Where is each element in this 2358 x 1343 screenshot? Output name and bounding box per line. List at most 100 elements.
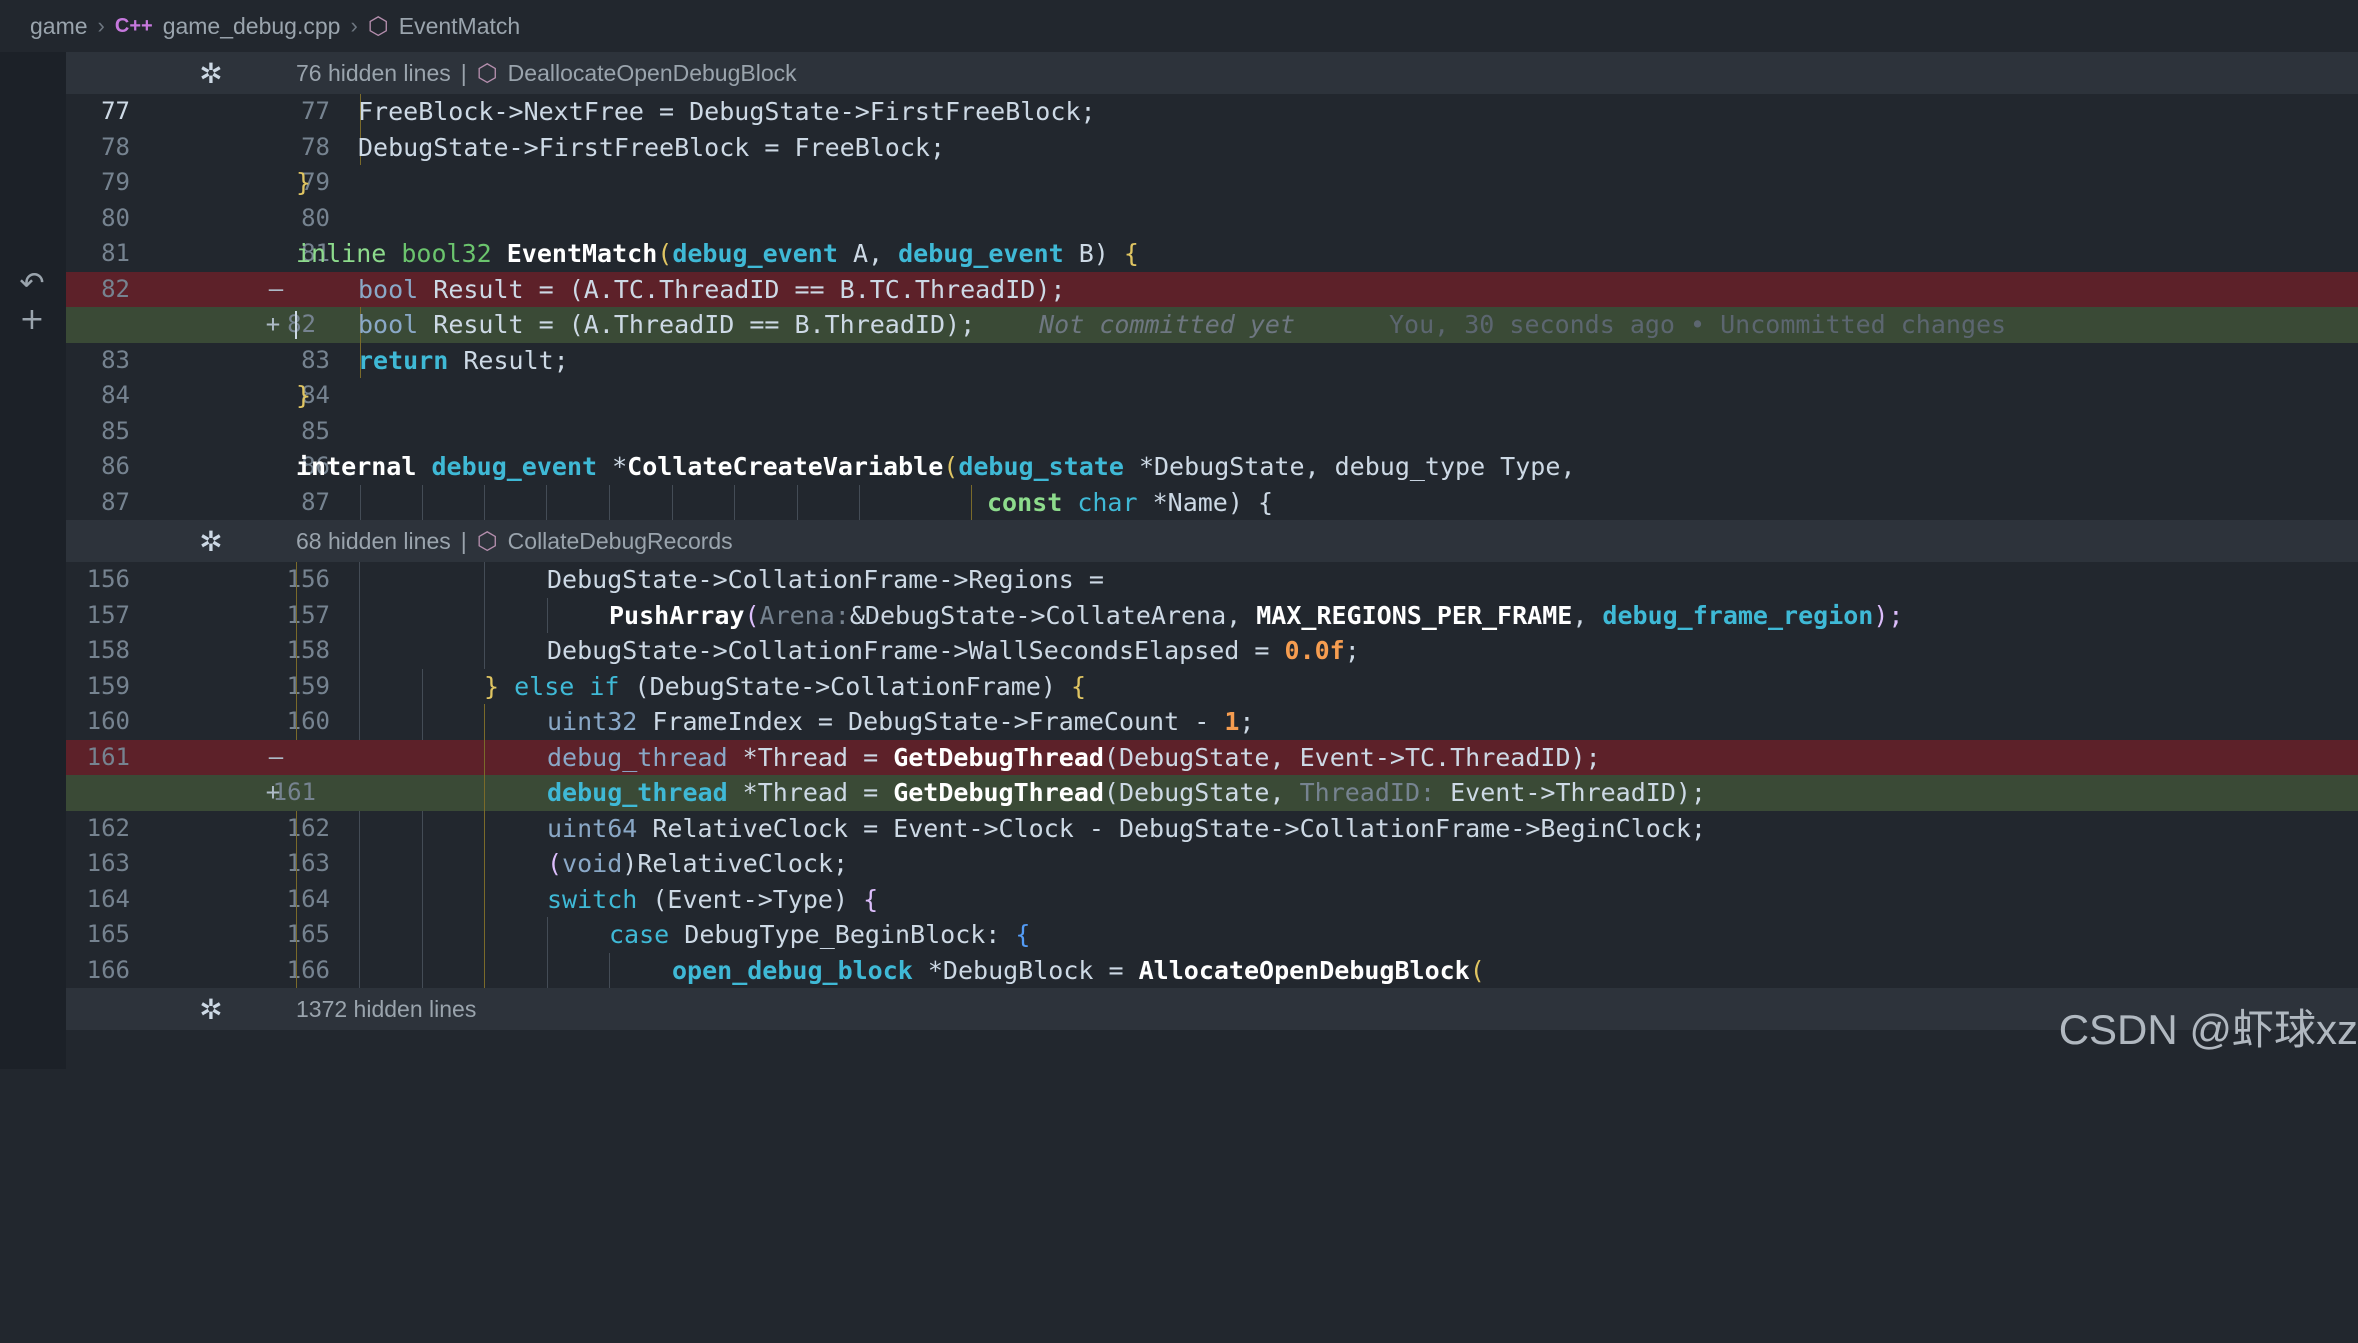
line-number-original: 80	[101, 203, 130, 232]
watermark: CSDN @虾球xz	[2058, 1006, 2358, 1053]
unfold-icon[interactable]: ✲	[196, 993, 226, 1026]
line-number-original: 166	[86, 955, 130, 984]
code-text: FreeBlock->NextFree = DebugState->FirstF…	[358, 97, 1096, 126]
line-number-original: 77	[101, 97, 130, 125]
line-number-modified: 80	[301, 203, 330, 232]
added-marker: +	[265, 310, 281, 338]
parameter-hint: ThreadID:	[1299, 778, 1436, 807]
code-line[interactable]: 166 166 open_debug_block *DebugBlock = A…	[66, 952, 2358, 988]
line-number-original: 87	[101, 487, 130, 516]
fold-symbol: DeallocateOpenDebugBlock	[507, 59, 797, 86]
line-number-modified: 165	[286, 920, 330, 948]
code-line[interactable]: 164 164 switch (Event->Type) {	[66, 881, 2358, 917]
unfold-icon[interactable]: ✲	[196, 57, 226, 90]
code-line[interactable]: 77 77 FreeBlock->NextFree = DebugState->…	[66, 94, 2358, 130]
code-line[interactable]: 156 156 DebugState->CollationFrame->Regi…	[66, 562, 2358, 598]
line-number-original: 79	[101, 168, 130, 196]
line-number-modified: 83	[301, 345, 330, 374]
line-number-original: 165	[86, 920, 130, 948]
code-text: PushArray(Arena:&DebugState->CollateAren…	[609, 600, 1904, 630]
code-line[interactable]: 85 85	[66, 414, 2358, 450]
breadcrumb-symbol[interactable]: EventMatch	[399, 13, 520, 40]
cube-symbol-icon: ⬡	[476, 59, 498, 87]
code-line-added[interactable]: 82 + bool Result = (A.ThreadID == B.Thre…	[66, 307, 2358, 343]
line-number-modified: 159	[286, 671, 330, 700]
code-line[interactable]: 162 162 uint64 RelativeClock = Event->Cl…	[66, 810, 2358, 846]
line-number-original: 156	[86, 565, 130, 593]
blame-annotation: You, 30 seconds ago • Uncommitted change…	[1389, 310, 2007, 339]
code-text: DebugState->FirstFreeBlock = FreeBlock;	[358, 132, 945, 162]
code-text: uint64 RelativeClock = Event->Clock - De…	[547, 813, 1706, 843]
cube-symbol-icon: ⬡	[367, 12, 389, 40]
code-line[interactable]: 80 80	[66, 201, 2358, 237]
chevron-right-icon: ›	[97, 13, 105, 38]
code-text: DebugState->CollationFrame->Regions =	[547, 565, 1104, 594]
code-text: return Result;	[358, 345, 569, 375]
breadcrumb-root[interactable]: game	[30, 13, 88, 40]
code-text: debug_thread *Thread = GetDebugThread(De…	[547, 739, 1601, 775]
undo-icon[interactable]: ↶	[14, 266, 50, 302]
code-text: }	[296, 168, 312, 197]
breadcrumb: game › C++ game_debug.cpp › ⬡ EventMatch	[0, 0, 2358, 52]
code-line-removed[interactable]: 161 — debug_thread *Thread = GetDebugThr…	[66, 739, 2358, 775]
line-number-modified: 157	[286, 600, 330, 629]
code-line[interactable]: 157 157 PushArray(Arena:&DebugState->Col…	[66, 597, 2358, 633]
code-line-removed[interactable]: 82 — bool Result = (A.TC.ThreadID == B.T…	[66, 271, 2358, 307]
diff-editor[interactable]: ✲ 76 hidden lines | ⬡ DeallocateOpenDebu…	[66, 52, 2358, 1069]
code-line[interactable]: 158 158 DebugState->CollationFrame->Wall…	[66, 633, 2358, 669]
line-number-original: 157	[86, 600, 130, 629]
code-line[interactable]: 163 163 (void)RelativeClock;	[66, 846, 2358, 882]
line-number-original: 161	[86, 742, 130, 771]
unfold-icon[interactable]: ✲	[196, 525, 226, 558]
code-text: inline bool32 EventMatch(debug_event A, …	[296, 239, 1139, 268]
code-line[interactable]: 165 165 case DebugType_BeginBlock: {	[66, 917, 2358, 953]
folded-region[interactable]: ✲ 76 hidden lines | ⬡ DeallocateOpenDebu…	[66, 52, 2358, 94]
breadcrumb-file[interactable]: game_debug.cpp	[163, 13, 341, 40]
cube-symbol-icon: ⬡	[476, 527, 498, 555]
fold-symbol: CollateDebugRecords	[507, 527, 733, 554]
code-line[interactable]: 84 84 }	[66, 378, 2358, 414]
line-number-modified: 156	[286, 565, 330, 593]
line-number-original: 84	[101, 381, 130, 409]
line-number-original: 162	[86, 813, 130, 842]
code-text: case DebugType_BeginBlock: {	[609, 920, 1031, 949]
code-line[interactable]: 87 87 const char *Name) {	[66, 484, 2358, 520]
folded-region[interactable]: ✲ 68 hidden lines | ⬡ CollateDebugRecord…	[66, 520, 2358, 562]
hidden-lines-count: 76 hidden lines	[296, 59, 451, 86]
line-number-original: 158	[86, 636, 130, 664]
text-cursor	[295, 311, 297, 339]
line-number-original: 78	[101, 132, 130, 161]
line-number-original: 86	[101, 452, 130, 480]
code-line[interactable]: 81 81 inline bool32 EventMatch(debug_eve…	[66, 236, 2358, 272]
code-text: DebugState->CollationFrame->WallSecondsE…	[547, 636, 1360, 665]
line-number-original: 160	[86, 707, 130, 735]
blame-annotation: Not committed yet	[1039, 310, 1295, 339]
code-line-added[interactable]: 161 + debug_thread *Thread = GetDebugThr…	[66, 775, 2358, 811]
line-number-modified: 77	[301, 97, 330, 125]
cpp-file-icon: C++	[114, 14, 153, 37]
code-line[interactable]: 83 83 return Result;	[66, 342, 2358, 378]
line-number-modified: 160	[286, 707, 330, 735]
code-line[interactable]: 159 159 } else if (DebugState->Collation…	[66, 668, 2358, 704]
line-number-original: 82	[101, 274, 130, 303]
hidden-lines-count: 1372 hidden lines	[296, 995, 477, 1022]
line-number-modified: 163	[286, 849, 330, 877]
line-number-modified: 158	[286, 636, 330, 664]
code-text: } else if (DebugState->CollationFrame) {	[484, 671, 1087, 701]
code-text: open_debug_block *DebugBlock = AllocateO…	[672, 955, 1485, 985]
code-text: switch (Event->Type) {	[547, 884, 879, 914]
code-line[interactable]: 78 78 DebugState->FirstFreeBlock = FreeB…	[66, 129, 2358, 165]
parameter-hint: Arena:	[759, 600, 850, 630]
plus-icon[interactable]: +	[14, 302, 50, 338]
code-text: internal debug_event *CollateCreateVaria…	[296, 452, 1576, 481]
line-number-modified: 78	[301, 132, 330, 161]
folded-region[interactable]: ✲ 1372 hidden lines	[66, 988, 2358, 1030]
code-text: }	[296, 381, 312, 410]
code-text: bool Result = (A.ThreadID == B.ThreadID)…	[358, 310, 2007, 339]
code-line[interactable]: 86 86 internal debug_event *CollateCreat…	[66, 449, 2358, 485]
line-number-modified: 166	[286, 955, 330, 984]
code-line[interactable]: 160 160 uint32 FrameIndex = DebugState->…	[66, 704, 2358, 740]
line-number-modified: 162	[286, 813, 330, 842]
line-number-original: 85	[101, 416, 130, 445]
code-line[interactable]: 79 79 }	[66, 165, 2358, 201]
